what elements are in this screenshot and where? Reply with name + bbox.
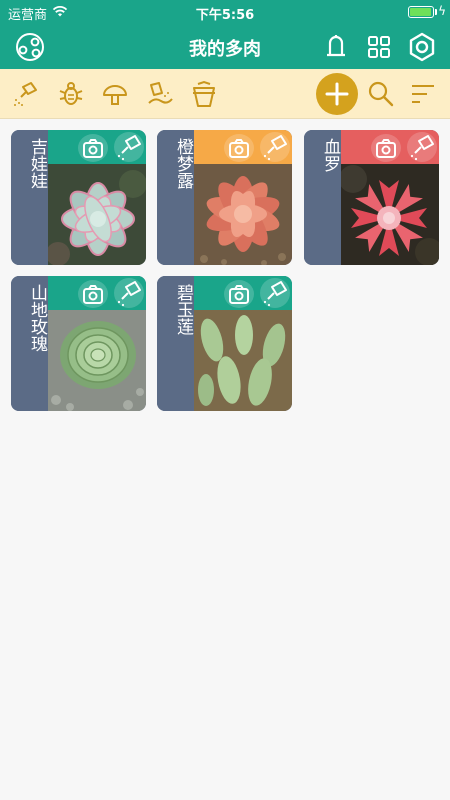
camera-icon[interactable] <box>78 280 108 308</box>
search-icon[interactable] <box>366 79 396 109</box>
plant-photo[interactable] <box>194 164 292 265</box>
watering-can-icon[interactable] <box>11 79 41 109</box>
plant-photo[interactable] <box>48 310 146 411</box>
plant-photo[interactable] <box>48 164 146 265</box>
watering-can-icon[interactable] <box>260 132 290 162</box>
plant-card[interactable]: 吉娃娃 <box>11 130 146 265</box>
plant-name: 碧玉莲 <box>173 284 193 335</box>
plant-card[interactable]: 橙梦露 <box>157 130 292 265</box>
plant-photo[interactable] <box>194 310 292 411</box>
bug-icon[interactable] <box>56 79 86 109</box>
plant-name-column: 碧玉莲 <box>157 276 194 411</box>
action-toolbar <box>0 69 450 119</box>
camera-icon[interactable] <box>371 134 401 162</box>
grid-icon[interactable] <box>363 31 395 63</box>
battery-fill <box>410 8 431 16</box>
watering-can-icon[interactable] <box>114 278 144 308</box>
add-plant-button[interactable] <box>316 73 358 115</box>
camera-icon[interactable] <box>78 134 108 162</box>
watering-can-icon[interactable] <box>114 132 144 162</box>
plant-card[interactable]: 山地玫瑰 <box>11 276 146 411</box>
repot-icon[interactable] <box>189 79 219 109</box>
fertilize-icon[interactable] <box>145 79 175 109</box>
plant-name: 橙梦露 <box>173 138 193 189</box>
plant-card[interactable]: 碧玉莲 <box>157 276 292 411</box>
plant-name-column: 血罗 <box>304 130 341 265</box>
battery-icon <box>408 6 434 18</box>
fungus-icon[interactable] <box>100 79 130 109</box>
plant-name: 山地玫瑰 <box>27 284 47 352</box>
sort-icon[interactable] <box>408 79 438 109</box>
plant-name: 血罗 <box>320 138 340 172</box>
plant-name-column: 橙梦露 <box>157 130 194 265</box>
plant-name-column: 山地玫瑰 <box>11 276 48 411</box>
camera-icon[interactable] <box>224 280 254 308</box>
watering-can-icon[interactable] <box>260 278 290 308</box>
watering-can-icon[interactable] <box>407 132 437 162</box>
bell-icon[interactable] <box>320 31 352 63</box>
battery-tip <box>435 9 437 15</box>
gear-icon[interactable] <box>406 31 438 63</box>
nav-bar: 我的多肉 <box>0 24 450 69</box>
charging-icon: ϟ <box>438 4 446 18</box>
plant-name: 吉娃娃 <box>27 138 47 189</box>
plant-photo[interactable] <box>341 164 439 265</box>
status-bar: 运营商 下午5:56 ϟ <box>0 0 450 24</box>
add-icon <box>325 82 349 106</box>
camera-icon[interactable] <box>224 134 254 162</box>
plant-name-column: 吉娃娃 <box>11 130 48 265</box>
status-time: 下午5:56 <box>195 8 255 23</box>
plant-card[interactable]: 血罗 <box>304 130 439 265</box>
